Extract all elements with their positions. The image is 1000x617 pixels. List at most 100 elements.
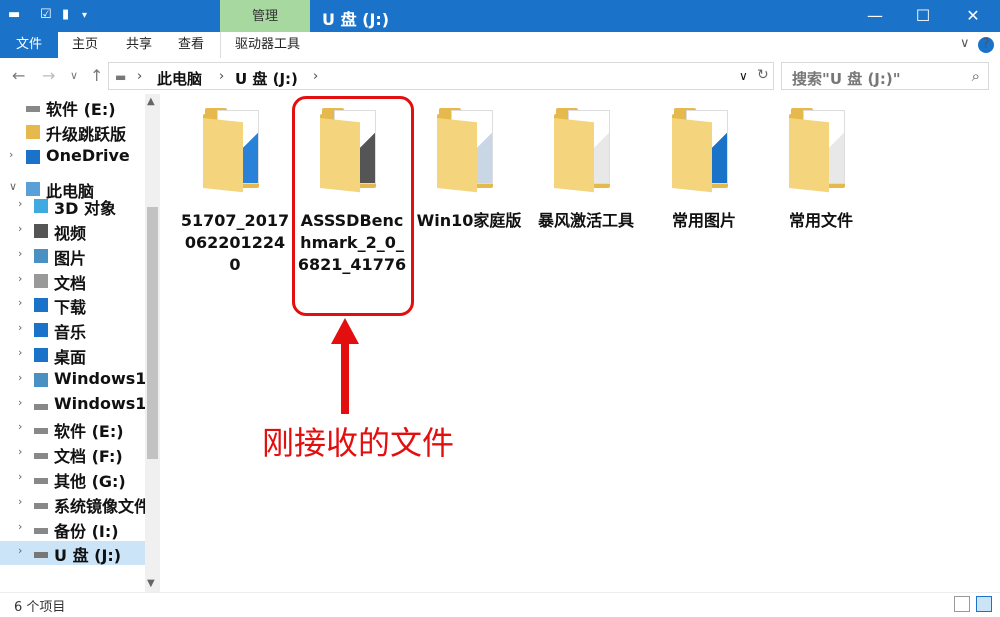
breadcrumb-separator-icon[interactable]: ›	[137, 69, 142, 84]
minimize-button[interactable]: —	[852, 0, 898, 32]
expand-chevron-icon[interactable]: ›	[18, 420, 22, 433]
details-view-icon[interactable]	[954, 596, 970, 612]
expand-chevron-icon[interactable]: ›	[18, 470, 22, 483]
sidebar-item[interactable]: › Windows10	[0, 368, 145, 392]
address-row: ← → ∨ ↑ ▬ › 此电脑 › U 盘 (J:) › ∨ ↻ 搜索"U 盘 …	[0, 58, 1000, 94]
new-folder-icon[interactable]: ▮	[62, 7, 69, 22]
sidebar-item[interactable]: › 系统镜像文件	[0, 492, 145, 516]
folder-item[interactable]: 常用图片	[649, 106, 759, 232]
maximize-button[interactable]: ☐	[900, 0, 946, 32]
desktop-icon	[34, 348, 48, 362]
sidebar-item[interactable]: › U 盘 (J:)	[0, 541, 145, 566]
scroll-down-icon[interactable]: ▼	[147, 578, 155, 589]
folder-item[interactable]: Win10家庭版	[414, 106, 524, 232]
folder-item[interactable]: 51707_20170622012240	[180, 106, 290, 276]
tab-home[interactable]: 主页	[72, 32, 98, 58]
folder-icon	[672, 106, 736, 193]
expand-chevron-icon[interactable]: ›	[18, 247, 22, 260]
large-icons-view-icon[interactable]	[976, 596, 992, 612]
sidebar-item[interactable]: › 备份 (I:)	[0, 517, 145, 541]
up-arrow-icon[interactable]: ↑	[90, 66, 103, 85]
picture-icon	[34, 248, 48, 263]
sidebar-item-label: 下载	[54, 298, 87, 318]
sidebar-item-label: 视频	[54, 224, 87, 243]
scroll-up-icon[interactable]: ▲	[147, 96, 155, 107]
expand-chevron-icon[interactable]: ›	[9, 148, 13, 161]
expand-chevron-icon[interactable]: ›	[18, 222, 22, 235]
address-bar[interactable]: ▬ › 此电脑 › U 盘 (J:) › ∨ ↻	[108, 62, 774, 90]
address-dropdown-icon[interactable]: ∨	[739, 69, 748, 83]
drive-icon	[26, 106, 40, 112]
back-arrow-icon[interactable]: ←	[12, 66, 25, 85]
sidebar-item[interactable]: › 桌面	[0, 343, 145, 367]
expand-chevron-icon[interactable]: ›	[18, 296, 22, 309]
sidebar-item[interactable]: › 视频	[0, 219, 145, 243]
sidebar-item[interactable]: 软件 (E:)	[0, 95, 145, 119]
expand-chevron-icon[interactable]: ›	[18, 520, 22, 533]
folder-item[interactable]: 常用文件	[766, 106, 876, 232]
drive-icon: ▬	[115, 70, 127, 84]
tab-view[interactable]: 查看	[178, 32, 204, 58]
sidebar-item[interactable]: › 下载	[0, 293, 145, 317]
folder-icon	[554, 106, 618, 193]
drive-icon	[34, 478, 48, 484]
tab-drive-tools[interactable]: 驱动器工具	[220, 32, 300, 58]
sidebar-item-label: 3D 对象	[54, 199, 116, 219]
sidebar-item[interactable]: › 文档	[0, 269, 145, 293]
drive-icon	[34, 527, 48, 534]
expand-chevron-icon[interactable]: ›	[18, 396, 22, 409]
folder-name: 51707_20170622012240	[180, 211, 290, 274]
expand-chevron-icon[interactable]: ›	[18, 272, 22, 285]
folder-icon	[437, 106, 501, 193]
expand-chevron-icon[interactable]: ›	[18, 495, 22, 508]
sidebar-item[interactable]: › 图片	[0, 244, 145, 268]
sidebar-item-label: OneDrive	[46, 145, 130, 165]
breadcrumb-separator-icon[interactable]: ›	[313, 69, 318, 84]
breadcrumb-this-pc[interactable]: 此电脑	[157, 68, 202, 89]
expand-chevron-icon[interactable]: ›	[18, 371, 22, 384]
tab-manage[interactable]: 管理	[220, 0, 310, 32]
breadcrumb-u-drive[interactable]: U 盘 (J:)	[235, 68, 298, 89]
sidebar-item[interactable]: › 软件 (E:)	[0, 417, 145, 441]
quick-access-dropdown-icon[interactable]: ▾	[82, 10, 87, 21]
sidebar-item-label: 桌面	[54, 348, 87, 367]
refresh-icon[interactable]: ↻	[757, 67, 769, 83]
forward-arrow-icon[interactable]: →	[42, 66, 55, 85]
sidebar-item-label: 图片	[54, 248, 87, 268]
sidebar-item[interactable]: › 其他 (G:)	[0, 467, 145, 491]
sidebar-item[interactable]: › 文档 (F:)	[0, 442, 145, 466]
breadcrumb-separator-icon[interactable]: ›	[219, 69, 224, 84]
tab-file[interactable]: 文件	[0, 32, 58, 58]
annotation-highlight-box	[292, 96, 414, 316]
help-icon[interactable]: ?	[978, 37, 994, 53]
search-placeholder: 搜索"U 盘 (J:)"	[792, 70, 901, 88]
recent-locations-icon[interactable]: ∨	[70, 69, 78, 82]
sidebar-item[interactable]: › Windows10	[0, 393, 145, 417]
sidebar-item[interactable]: › 音乐	[0, 318, 145, 342]
scrollbar[interactable]: ▲ ▼	[145, 94, 160, 592]
folder-icon	[789, 106, 853, 193]
sidebar-item[interactable]: › OneDrive	[0, 145, 145, 169]
collapse-chevron-icon[interactable]: ∨	[9, 180, 17, 193]
search-box[interactable]: 搜索"U 盘 (J:)" ⌕	[781, 62, 989, 90]
expand-chevron-icon[interactable]: ›	[18, 544, 22, 557]
close-button[interactable]: ✕	[950, 0, 996, 32]
folder-item[interactable]: 暴风激活工具	[531, 106, 641, 232]
expand-chevron-icon[interactable]: ›	[18, 445, 22, 458]
sidebar-item-label: 软件 (E:)	[46, 100, 116, 119]
expand-chevron-icon[interactable]: ›	[18, 197, 22, 210]
scroll-thumb[interactable]	[147, 207, 158, 459]
cube-icon	[34, 199, 48, 214]
sidebar-item-label: 文档 (F:)	[54, 447, 123, 467]
search-icon[interactable]: ⌕	[972, 67, 980, 85]
expand-chevron-icon[interactable]: ›	[18, 321, 22, 334]
expand-chevron-icon[interactable]: ›	[18, 346, 22, 359]
properties-icon[interactable]: ☑	[40, 7, 52, 22]
usb-drive-icon	[34, 552, 48, 559]
download-icon	[34, 298, 48, 313]
sidebar-item[interactable]: 升级跳跃版	[0, 120, 145, 144]
sidebar-item[interactable]: › 3D 对象	[0, 194, 145, 218]
cloud-icon	[26, 149, 40, 164]
collapse-ribbon-icon[interactable]: ∨	[960, 36, 970, 51]
tab-share[interactable]: 共享	[126, 32, 152, 58]
